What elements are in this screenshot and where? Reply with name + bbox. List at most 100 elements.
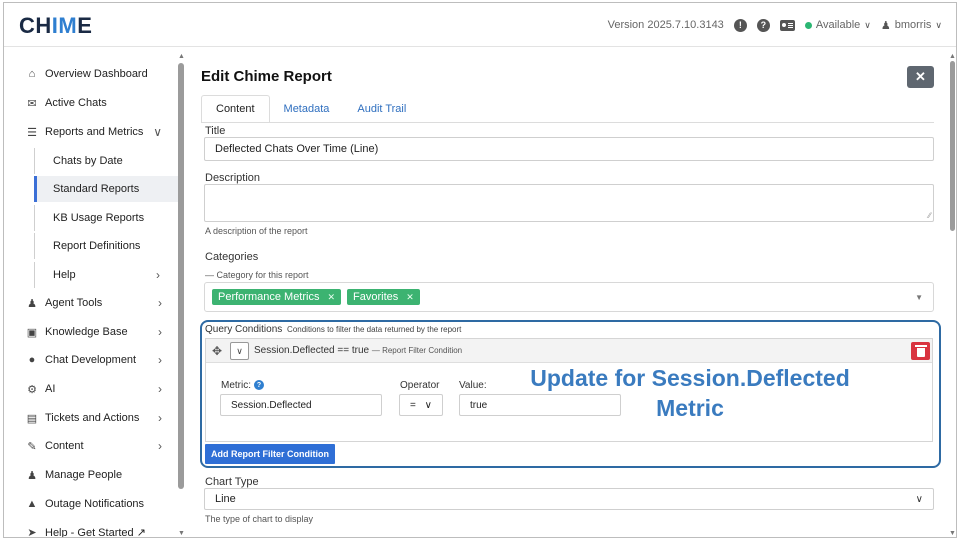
availability-dropdown[interactable]: Available ∨ — [804, 19, 871, 31]
chevron-right-icon: › — [158, 325, 162, 339]
sidebar-item-tickets-and-actions[interactable]: ▤ Tickets and Actions › — [24, 406, 174, 430]
remove-tag-icon[interactable]: ✕ — [327, 292, 335, 303]
highlight-box — [200, 320, 941, 468]
sidebar-subitem-label: Help — [53, 269, 76, 281]
tab-bar: Content Metadata Audit Trail — [201, 95, 420, 123]
categories-select[interactable]: Performance Metrics ✕ Favorites ✕ ▼ — [204, 282, 934, 312]
sidebar-scrollbar[interactable]: ▲ ▼ — [177, 53, 186, 537]
sidebar-item-help-get-started[interactable]: ➤ Help - Get Started ↗ — [24, 520, 174, 538]
sidebar-item-agent-tools[interactable]: ♟ Agent Tools › — [24, 291, 174, 315]
categories-help: — Category for this report — [205, 270, 309, 280]
sidebar-subitem-label: KB Usage Reports — [53, 212, 145, 224]
sidebar-item-reports-and-metrics[interactable]: ☰ Reports and Metrics ∨ — [24, 120, 174, 144]
sidebar-subitem-kb-usage-reports[interactable]: KB Usage Reports — [34, 205, 178, 231]
tab-content[interactable]: Content — [201, 95, 270, 123]
sidebar-item-active-chats[interactable]: ✉ Active Chats — [24, 91, 174, 115]
categories-label: Categories — [205, 251, 259, 263]
chart-type-help: The type of chart to display — [205, 514, 314, 524]
sidebar-subitem-label: Chats by Date — [53, 155, 123, 167]
sidebar-item-chat-development[interactable]: ● Chat Development › — [24, 348, 174, 372]
chevron-right-icon: › — [156, 268, 160, 282]
help-icon[interactable]: ? — [756, 18, 770, 32]
user-menu[interactable]: ♟ bmorris ∨ — [881, 19, 942, 32]
scroll-up-icon[interactable]: ▲ — [178, 53, 185, 60]
rocket-icon: ➤ — [27, 526, 37, 538]
availability-label: Available — [815, 19, 861, 31]
sidebar-subitem-standard-reports[interactable]: Standard Reports — [34, 176, 178, 202]
sidebar-item-label: Outage Notifications — [45, 498, 145, 510]
chevron-right-icon: › — [158, 411, 162, 425]
chevron-right-icon: › — [158, 353, 162, 367]
chart-type-label: Chart Type — [205, 476, 259, 488]
sidebar-item-overview-dashboard[interactable]: ⌂ Overview Dashboard — [24, 62, 174, 86]
alert-icon[interactable]: ! — [733, 18, 747, 32]
chart-type-value: Line — [215, 493, 236, 505]
resize-grip-icon[interactable]: ∕∕ — [928, 211, 931, 220]
sidebar-item-label: Chat Development — [45, 354, 137, 366]
sidebar-item-label: Active Chats — [45, 97, 107, 109]
sidebar-subitem-report-definitions[interactable]: Report Definitions — [34, 233, 178, 259]
category-tag-label: Performance Metrics — [218, 291, 320, 303]
chevron-down-icon: ∨ — [915, 494, 923, 505]
category-tag[interactable]: Favorites ✕ — [347, 289, 420, 305]
sidebar-item-label: AI — [45, 383, 56, 395]
chart-icon: ☰ — [27, 126, 37, 139]
main-scrollbar[interactable]: ▲ ▼ — [949, 53, 956, 537]
chevron-right-icon: › — [158, 382, 162, 396]
title-label: Title — [205, 125, 226, 137]
scroll-down-icon[interactable]: ▼ — [178, 530, 185, 537]
edit-report-panel: Edit Chime Report ✕ Content Metadata Aud… — [188, 48, 948, 537]
sidebar-item-label: Tickets and Actions — [45, 412, 140, 424]
chart-type-select[interactable]: Line ∨ — [204, 488, 934, 510]
header-right: Version 2025.7.10.3143 ! ? Available ∨ ♟… — [608, 3, 942, 47]
sidebar-item-outage-notifications[interactable]: ▲ Outage Notifications — [24, 492, 174, 516]
sidebar-subitem-label: Standard Reports — [53, 183, 140, 195]
ticket-icon: ▤ — [26, 412, 38, 425]
tab-metadata[interactable]: Metadata — [270, 95, 344, 123]
sidebar-subitem-chats-by-date[interactable]: Chats by Date — [34, 148, 178, 174]
close-button[interactable]: ✕ — [907, 66, 934, 88]
app-window: CHIME Version 2025.7.10.3143 ! ? Availab… — [3, 2, 957, 538]
category-tag-label: Favorites — [353, 291, 399, 303]
remove-tag-icon[interactable]: ✕ — [406, 292, 414, 303]
sidebar-subitem-label: Report Definitions — [53, 240, 141, 252]
edit-icon: ✎ — [27, 440, 37, 453]
main-scroll-thumb[interactable] — [950, 61, 955, 231]
scroll-down-icon[interactable]: ▼ — [949, 530, 956, 537]
sidebar-item-label: Manage People — [45, 469, 123, 481]
title-input[interactable]: Deflected Chats Over Time (Line) — [204, 137, 934, 161]
username-label: bmorris — [894, 19, 932, 31]
scroll-up-icon[interactable]: ▲ — [949, 53, 956, 60]
sidebar-item-manage-people[interactable]: ♟ Manage People — [24, 463, 174, 487]
sidebar-item-label: Knowledge Base — [45, 326, 128, 338]
status-dot-icon — [804, 21, 812, 29]
sidebar-nav: ⌂ Overview Dashboard ✉ Active Chats ☰ Re… — [4, 48, 178, 538]
page-title: Edit Chime Report — [201, 68, 332, 85]
book-icon: ▣ — [26, 326, 38, 339]
sidebar-item-content[interactable]: ✎ Content › — [24, 434, 174, 458]
chevron-down-icon: ∨ — [153, 125, 162, 139]
warning-icon: ▲ — [26, 498, 38, 510]
category-tag[interactable]: Performance Metrics ✕ — [212, 289, 342, 305]
sidebar-item-ai[interactable]: ⚙ AI › — [24, 377, 174, 401]
users-icon: ♟ — [27, 297, 37, 310]
chevron-right-icon: › — [158, 439, 162, 453]
tab-audit-trail[interactable]: Audit Trail — [343, 95, 420, 123]
chevron-down-icon: ∨ — [864, 19, 871, 30]
sidebar-item-label: Agent Tools — [45, 297, 103, 309]
comment-icon: ● — [28, 354, 36, 366]
description-textarea[interactable]: ∕∕ — [204, 184, 934, 222]
robot-icon: ⚙ — [27, 383, 37, 396]
caret-down-icon[interactable]: ▼ — [915, 293, 923, 302]
home-icon: ⌂ — [28, 68, 36, 80]
id-card-icon[interactable] — [779, 19, 795, 31]
sidebar-item-label: Overview Dashboard — [45, 68, 148, 80]
person-icon: ♟ — [27, 469, 37, 482]
sidebar-item-knowledge-base[interactable]: ▣ Knowledge Base › — [24, 320, 174, 344]
chat-bubbles-icon: ✉ — [27, 97, 37, 110]
chevron-right-icon: › — [158, 296, 162, 310]
sidebar-subitem-help[interactable]: Help › — [34, 262, 178, 288]
chime-logo[interactable]: CHIME — [19, 13, 92, 39]
sidebar-item-label: Help - Get Started ↗ — [45, 526, 146, 538]
sidebar-scroll-thumb[interactable] — [178, 63, 184, 489]
